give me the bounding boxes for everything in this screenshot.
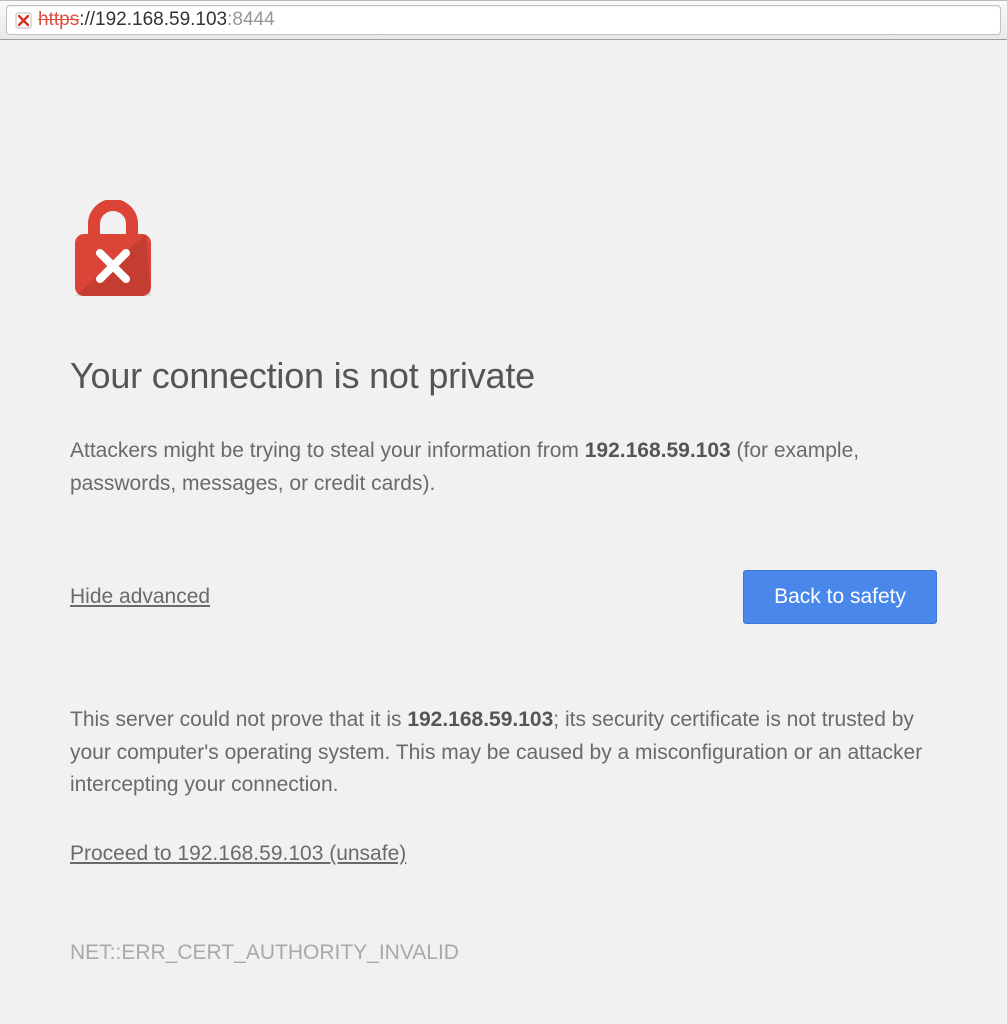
error-page-content: Your connection is not private Attackers… <box>0 40 1007 965</box>
back-to-safety-button[interactable]: Back to safety <box>743 570 937 624</box>
desc-host: 192.168.59.103 <box>585 439 731 462</box>
ssl-error-icon <box>15 12 32 29</box>
proceed-unsafe-link[interactable]: Proceed to 192.168.59.103 (unsafe) <box>70 842 406 866</box>
url-input[interactable]: https://192.168.59.103:8444 <box>6 5 1001 35</box>
url-host: 192.168.59.103 <box>95 9 227 31</box>
address-bar: https://192.168.59.103:8444 <box>0 0 1007 40</box>
hide-advanced-link[interactable]: Hide advanced <box>70 585 210 609</box>
error-code: NET::ERR_CERT_AUTHORITY_INVALID <box>70 941 937 965</box>
adv-host: 192.168.59.103 <box>407 708 553 731</box>
page-title: Your connection is not private <box>70 355 937 397</box>
lock-error-icon <box>70 200 937 305</box>
adv-prefix: This server could not prove that it is <box>70 708 407 731</box>
advanced-description: This server could not prove that it is 1… <box>70 704 937 802</box>
url-separator: :// <box>79 9 95 31</box>
action-row: Hide advanced Back to safety <box>70 570 937 624</box>
url-port: :8444 <box>227 9 275 31</box>
desc-prefix: Attackers might be trying to steal your … <box>70 439 585 462</box>
url-scheme: https <box>38 9 79 31</box>
warning-description: Attackers might be trying to steal your … <box>70 435 937 500</box>
